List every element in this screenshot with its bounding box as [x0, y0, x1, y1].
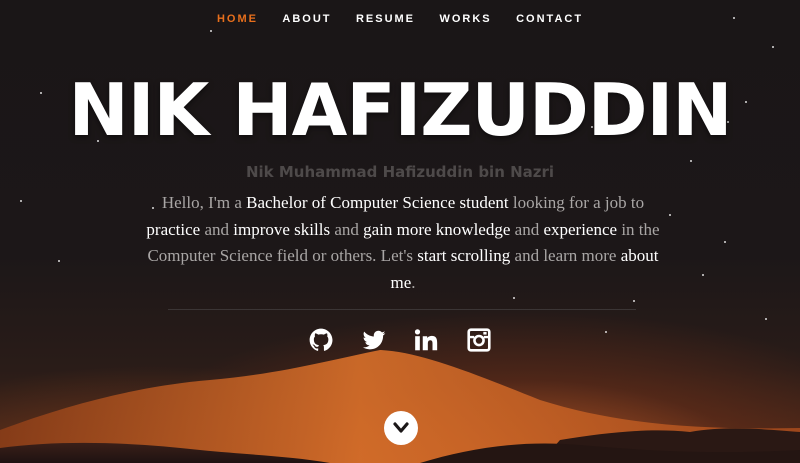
intro-text: and [330, 219, 364, 239]
github-link[interactable] [308, 327, 334, 353]
twitter-link[interactable] [361, 327, 387, 353]
intro-text: and learn more [510, 246, 621, 265]
intro-highlight: experience [543, 219, 618, 239]
intro-text: Hello, I'm a [161, 193, 247, 212]
hero-full-name: Nik Muhammad Hafizuddin bin Nazri [245, 163, 555, 181]
instagram-link[interactable] [466, 327, 492, 353]
section-divider [168, 309, 636, 310]
linkedin-icon [415, 329, 438, 351]
intro-highlight: gain more knowledge [363, 219, 511, 239]
github-icon [309, 328, 333, 351]
main-nav: HOME ABOUT RESUME WORKS CONTACT [0, 9, 800, 27]
linkedin-link[interactable] [413, 327, 439, 353]
nav-contact[interactable]: CONTACT [516, 13, 583, 25]
hero-name: NIK HAFIZUDDIN [68, 68, 732, 152]
intro-highlight: improve skills [233, 219, 331, 239]
chevron-down-icon [393, 422, 409, 433]
hero-intro: Hello, I'm a Bachelor of Computer Scienc… [133, 190, 673, 296]
scroll-down-button[interactable] [384, 411, 418, 445]
intro-highlight: practice [146, 219, 201, 239]
intro-highlight: Bachelor of Computer Science student [246, 193, 509, 212]
instagram-icon [467, 328, 491, 352]
intro-text: and [510, 219, 544, 239]
twitter-icon [362, 330, 386, 350]
nav-about[interactable]: ABOUT [282, 13, 331, 25]
intro-highlight: start scrolling [417, 246, 511, 265]
intro-text: and [200, 219, 234, 239]
nav-resume[interactable]: RESUME [356, 13, 415, 25]
nav-works[interactable]: WORKS [439, 13, 491, 25]
intro-text: . [411, 272, 416, 292]
nav-home[interactable]: HOME [217, 13, 258, 25]
social-links [0, 327, 800, 353]
intro-text: looking for a job to [508, 193, 645, 212]
